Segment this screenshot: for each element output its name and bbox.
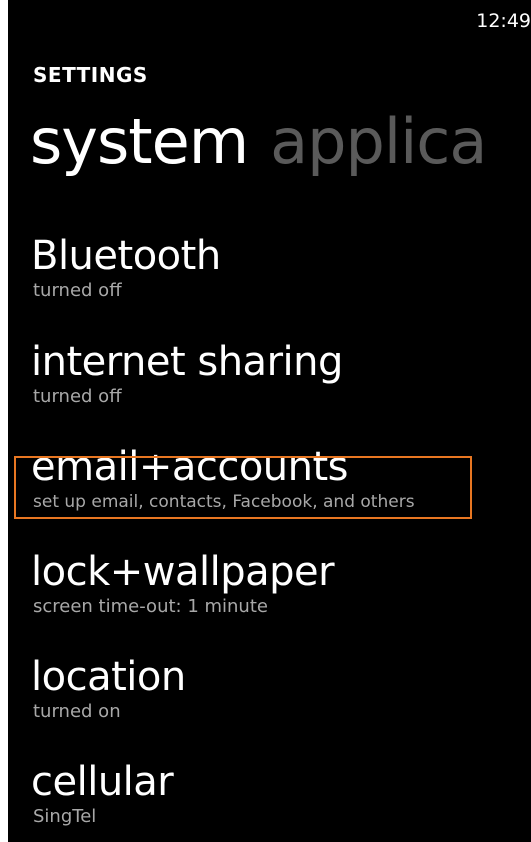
- settings-item-title: Bluetooth: [31, 233, 221, 279]
- status-bar: 12:49: [8, 0, 531, 36]
- settings-item-subtitle: SingTel: [33, 806, 97, 827]
- pivot-tab-applications[interactable]: applica: [270, 105, 487, 178]
- settings-item-cellular[interactable]: cellular SingTel: [31, 758, 511, 828]
- settings-item-email-accounts[interactable]: email+accounts set up email, contacts, F…: [31, 443, 511, 513]
- app-title: SETTINGS: [33, 63, 148, 87]
- settings-item-title: email+accounts: [31, 444, 349, 490]
- settings-item-title: cellular: [31, 759, 174, 805]
- settings-item-internet-sharing[interactable]: internet sharing turned off: [31, 338, 511, 408]
- settings-item-title: location: [31, 654, 186, 700]
- settings-item-subtitle: screen time-out: 1 minute: [33, 596, 268, 617]
- pivot-header: system applica: [30, 102, 487, 182]
- settings-item-subtitle: turned off: [33, 280, 122, 301]
- settings-item-subtitle: set up email, contacts, Facebook, and ot…: [33, 492, 415, 512]
- settings-item-title: internet sharing: [31, 339, 343, 385]
- status-time: 12:49: [476, 10, 531, 32]
- settings-item-title: lock+wallpaper: [31, 549, 335, 595]
- pivot-tab-system[interactable]: system: [30, 105, 249, 178]
- settings-item-lock-wallpaper[interactable]: lock+wallpaper screen time-out: 1 minute: [31, 548, 511, 618]
- settings-item-bluetooth[interactable]: Bluetooth turned off: [31, 232, 511, 302]
- settings-item-location[interactable]: location turned on: [31, 653, 511, 723]
- settings-item-subtitle: turned off: [33, 386, 122, 407]
- settings-item-subtitle: turned on: [33, 701, 121, 722]
- phone-screen: 12:49 SETTINGS system applica Bluetooth t…: [8, 0, 531, 842]
